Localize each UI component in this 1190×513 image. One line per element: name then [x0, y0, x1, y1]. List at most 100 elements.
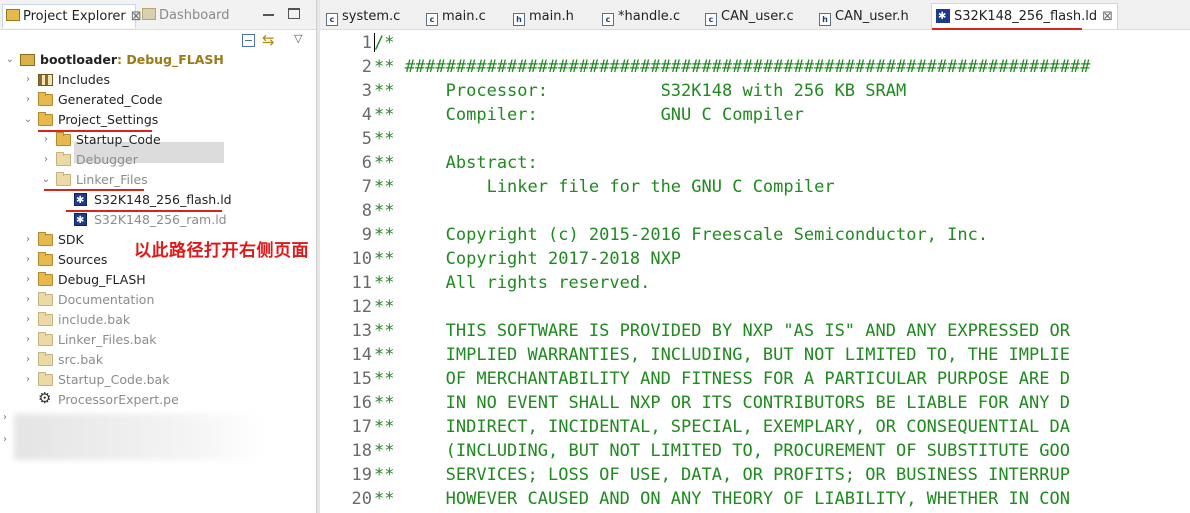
tree-item-name: Startup_Code.bak: [58, 372, 170, 387]
code-line[interactable]: ** OF MERCHANTABILITY AND FITNESS FOR A …: [374, 367, 1070, 391]
code-line[interactable]: ** IN NO EVENT SHALL NXP OR ITS CONTRIBU…: [374, 391, 1070, 415]
includes-icon: [38, 74, 53, 86]
folder-icon: [38, 312, 53, 326]
line-number: 17: [351, 417, 372, 437]
tree-item-name: Linker_Files.bak: [58, 332, 157, 347]
tree-item[interactable]: › Debug_FLASH: [0, 270, 316, 290]
editor-tab[interactable]: h main.h: [513, 6, 574, 28]
tree-item-label: src.bak: [58, 350, 103, 370]
line-number: 16: [351, 393, 372, 413]
collapsed-twisty-icon[interactable]: ›: [22, 370, 34, 390]
code-line[interactable]: **: [374, 127, 394, 151]
editor-tab[interactable]: c system.c: [326, 6, 400, 28]
code-line[interactable]: ** (INCLUDING, BUT NOT LIMITED TO, PROCU…: [374, 439, 1070, 463]
tree-item[interactable]: › src.bak: [0, 350, 316, 370]
code-line[interactable]: ** Copyright 2017-2018 NXP: [374, 247, 681, 271]
collapsed-twisty-icon[interactable]: ›: [22, 250, 34, 270]
close-icon[interactable]: ⊠: [131, 5, 142, 29]
collapsed-twisty-icon[interactable]: ›: [22, 310, 34, 330]
expanded-twisty-icon[interactable]: ⌄: [22, 110, 34, 130]
expanded-twisty-icon[interactable]: ⌄: [40, 170, 52, 190]
blurred-row-twisty[interactable]: ›: [3, 412, 7, 423]
tree-item[interactable]: › include.bak: [0, 310, 316, 330]
tree-item[interactable]: S32K148_256_ram.ld: [0, 210, 316, 231]
linker-file-icon: [74, 191, 87, 211]
collapsed-twisty-icon[interactable]: ›: [22, 70, 34, 90]
annotation-underline-flash-ld: [66, 210, 222, 212]
tree-item-name: SDK: [58, 232, 84, 247]
code-line[interactable]: **: [374, 199, 394, 223]
tree-item[interactable]: › Documentation: [0, 290, 316, 310]
collapsed-twisty-icon[interactable]: ›: [22, 90, 34, 110]
collapsed-twisty-icon[interactable]: ›: [22, 270, 34, 290]
line-number: 19: [351, 465, 372, 485]
collapsed-twisty-icon[interactable]: ›: [22, 330, 34, 350]
collapsed-twisty-icon[interactable]: ›: [22, 230, 34, 250]
blurred-row-twisty[interactable]: ›: [3, 434, 7, 445]
editor-tab[interactable]: h CAN_user.h: [819, 6, 909, 28]
line-number: 13: [351, 321, 372, 341]
code-area[interactable]: /* ** ###################################…: [374, 30, 1190, 513]
code-line[interactable]: ** SERVICES; LOSS OF USE, DATA, OR PROFI…: [374, 463, 1070, 487]
line-number: 11: [351, 273, 372, 293]
code-line[interactable]: ** #####################################…: [374, 55, 1090, 79]
code-line[interactable]: ** Linker file for the GNU C Compiler: [374, 175, 835, 199]
tree-item[interactable]: › Startup_Code.bak: [0, 370, 316, 390]
code-line[interactable]: /*: [374, 31, 394, 55]
tree-item[interactable]: ⌄ Linker_Files: [0, 170, 316, 190]
collapsed-twisty-icon[interactable]: ›: [40, 150, 52, 170]
collapsed-twisty-icon[interactable]: ›: [40, 130, 52, 150]
code-line[interactable]: ** Processor: S32K148 with 256 KB SRAM: [374, 79, 906, 103]
collapse-all-icon[interactable]: [242, 34, 255, 47]
code-line[interactable]: ** HOWEVER CAUSED AND ON ANY THEORY OF L…: [374, 487, 1070, 511]
tree-item[interactable]: › Linker_Files.bak: [0, 330, 316, 350]
tab-dashboard[interactable]: Dashboard: [142, 4, 230, 28]
tree-item-name: Debug_FLASH: [58, 272, 146, 287]
tree-item-label: Linker_Files: [76, 170, 148, 190]
tree-item-label: S32K148_256_flash.ld: [94, 190, 232, 210]
code-line[interactable]: ** INDIRECT, INCIDENTAL, SPECIAL, EXEMPL…: [374, 415, 1070, 439]
tab-project-explorer[interactable]: Project Explorer ⊠: [2, 4, 142, 28]
editor-tab-label: S32K148_256_flash.ld: [954, 9, 1098, 24]
tree-item[interactable]: › Startup_Code: [0, 130, 316, 150]
link-with-editor-icon[interactable]: ⇆: [262, 31, 275, 49]
build-config-suffix: : Debug_FLASH: [117, 52, 224, 67]
code-line[interactable]: ** All rights reserved.: [374, 271, 650, 295]
editor-tab[interactable]: c CAN_user.c: [705, 6, 794, 28]
project-icon: [20, 54, 35, 66]
tree-item[interactable]: S32K148_256_flash.ld: [0, 190, 316, 211]
code-line[interactable]: ** THIS SOFTWARE IS PROVIDED BY NXP "AS …: [374, 319, 1070, 343]
line-number: 1: [361, 33, 372, 53]
tree-item[interactable]: › Includes: [0, 70, 316, 90]
expanded-twisty-icon[interactable]: ⌄: [4, 50, 16, 70]
collapsed-twisty-icon[interactable]: ›: [22, 350, 34, 370]
linker-file-icon: [74, 211, 87, 231]
editor-tab[interactable]: c main.c: [426, 6, 486, 28]
code-line[interactable]: ** Copyright (c) 2015-2016 Freescale Sem…: [374, 223, 988, 247]
tree-item[interactable]: ⌄ bootloader: Debug_FLASH: [0, 50, 316, 70]
close-icon[interactable]: ⊠: [1102, 4, 1113, 30]
tree-item-name: Sources: [58, 252, 108, 267]
view-menu-icon[interactable]: ▽: [294, 32, 302, 45]
tree-item-name: S32K148_256_flash.ld: [94, 192, 232, 207]
tree-item[interactable]: › Generated_Code: [0, 90, 316, 110]
tree-item[interactable]: › Debugger: [0, 150, 316, 170]
maximize-icon[interactable]: [288, 8, 300, 19]
collapsed-twisty-icon[interactable]: ›: [22, 290, 34, 310]
tree-item[interactable]: ProcessorExpert.pe: [0, 388, 316, 410]
tree-item-label: Project_Settings: [58, 110, 158, 130]
line-number: 10: [351, 249, 372, 269]
code-line[interactable]: **: [374, 295, 394, 319]
line-number: 8: [361, 201, 372, 221]
editor-tab[interactable]: c *handle.c: [602, 6, 680, 28]
editor-tab[interactable]: S32K148_256_flash.ld ⊠: [931, 3, 1119, 30]
folder-icon: [56, 172, 71, 186]
folder-icon: [38, 232, 53, 246]
code-line[interactable]: ** Abstract:: [374, 151, 538, 175]
annotation-underline-project-settings: [38, 130, 152, 132]
tree-item[interactable]: ⌄ Project_Settings: [0, 110, 316, 130]
line-number: 3: [361, 81, 372, 101]
code-line[interactable]: ** Compiler: GNU C Compiler: [374, 103, 804, 127]
minimize-icon[interactable]: [263, 14, 274, 16]
code-line[interactable]: ** IMPLIED WARRANTIES, INCLUDING, BUT NO…: [374, 343, 1070, 367]
